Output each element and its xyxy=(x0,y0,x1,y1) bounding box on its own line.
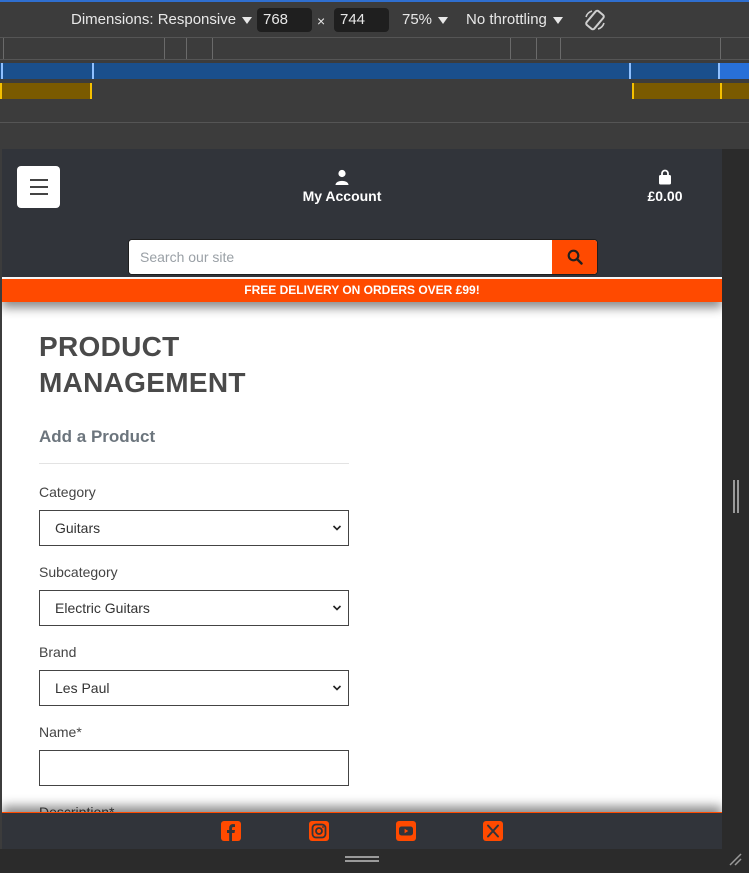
page-viewport: My Account £0.00 FREE DELIVERY ON ORDERS… xyxy=(2,149,722,849)
product-management-form: PRODUCT MANAGEMENT Add a Product Categor… xyxy=(39,329,349,786)
brand-value: Les Paul xyxy=(55,680,110,696)
breakpoint-ruler xyxy=(0,37,749,60)
dimensions-label: Dimensions: Responsive xyxy=(71,11,237,28)
name-input[interactable] xyxy=(39,750,349,786)
chevron-down-icon xyxy=(438,17,449,24)
search-input[interactable] xyxy=(129,240,552,274)
delivery-banner: FREE DELIVERY ON ORDERS OVER £99! xyxy=(2,279,722,302)
throttling-dropdown[interactable]: No throttling xyxy=(466,11,563,28)
category-select[interactable]: Guitars xyxy=(39,510,349,546)
cart-link[interactable]: £0.00 xyxy=(632,169,698,204)
account-link[interactable]: My Account xyxy=(292,169,392,204)
height-resize-handle[interactable] xyxy=(345,856,379,862)
search-icon xyxy=(567,249,583,265)
chevron-down-icon xyxy=(332,525,342,531)
search-form xyxy=(128,239,598,275)
device-toolbar: Dimensions: Responsive 768 × 744 75% No … xyxy=(0,0,749,37)
section-subtitle: Add a Product xyxy=(39,427,156,446)
shopping-bag-icon xyxy=(659,169,671,185)
subcategory-label: Subcategory xyxy=(39,564,118,580)
facebook-icon[interactable] xyxy=(221,821,241,841)
account-label: My Account xyxy=(302,188,382,204)
rotate-button[interactable] xyxy=(583,8,607,32)
brand-select[interactable]: Les Paul xyxy=(39,670,349,706)
corner-resize-icon[interactable] xyxy=(728,852,742,866)
media-query-bar-max[interactable] xyxy=(0,63,749,79)
name-label: Name* xyxy=(39,724,82,740)
user-icon xyxy=(335,169,349,185)
height-input[interactable]: 744 xyxy=(334,8,389,32)
divider xyxy=(39,463,349,464)
brand-label: Brand xyxy=(39,644,77,660)
chevron-down-icon xyxy=(332,685,342,691)
menu-button[interactable] xyxy=(17,166,60,208)
page-title-line1: PRODUCT xyxy=(39,331,180,362)
page-title-line2: MANAGEMENT xyxy=(39,367,246,398)
cart-total: £0.00 xyxy=(647,188,683,204)
chevron-down-icon xyxy=(242,17,253,24)
throttling-label: No throttling xyxy=(466,11,547,28)
width-resize-handle[interactable] xyxy=(733,480,739,513)
rotate-icon xyxy=(585,9,605,31)
site-header: My Account £0.00 xyxy=(2,149,722,277)
chevron-down-icon xyxy=(552,17,563,24)
x-icon[interactable] xyxy=(483,821,503,841)
youtube-icon[interactable] xyxy=(396,821,416,841)
times-sign: × xyxy=(317,13,326,29)
search-button[interactable] xyxy=(552,240,597,274)
width-input[interactable]: 768 xyxy=(257,8,312,32)
hamburger-icon xyxy=(29,179,48,181)
zoom-dropdown[interactable]: 75% xyxy=(402,11,449,28)
zoom-label: 75% xyxy=(402,11,433,28)
media-query-bar-min[interactable] xyxy=(0,83,749,99)
media-query-bar-segment[interactable] xyxy=(720,63,749,79)
instagram-icon[interactable] xyxy=(309,821,329,841)
page-title: PRODUCT MANAGEMENT xyxy=(39,329,349,401)
category-label: Category xyxy=(39,484,96,500)
chevron-down-icon xyxy=(332,605,342,611)
category-value: Guitars xyxy=(55,520,101,536)
subcategory-select[interactable]: Electric Guitars xyxy=(39,590,349,626)
dimensions-dropdown[interactable]: Dimensions: Responsive xyxy=(71,11,253,28)
site-footer xyxy=(2,812,722,849)
subcategory-value: Electric Guitars xyxy=(55,600,150,616)
